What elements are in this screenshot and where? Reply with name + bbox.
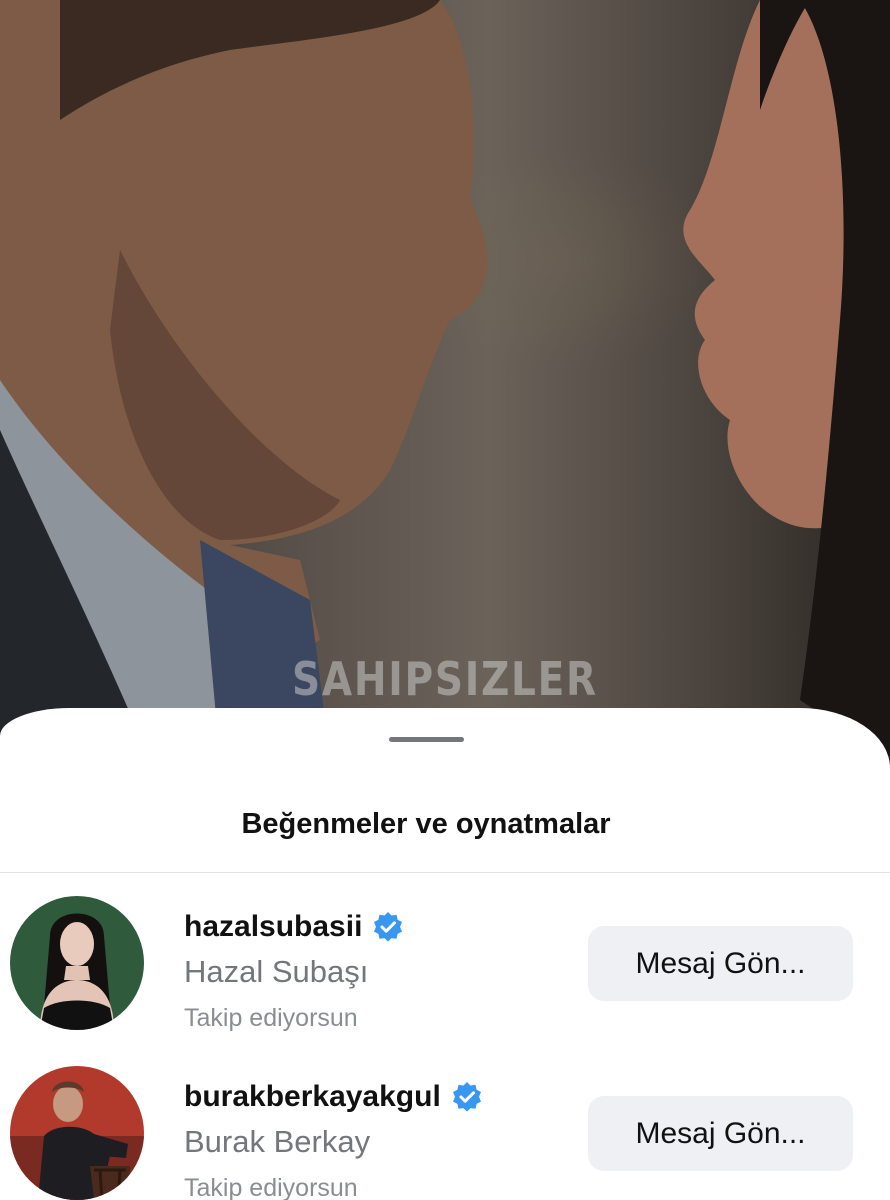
follow-status: Takip ediyorsun [184,1004,358,1032]
profile-photo-woman-icon [10,896,144,1030]
username-text: burakberkayakgul [184,1080,441,1113]
follow-status: Takip ediyorsun [184,1174,358,1200]
video-frame-illustration [0,0,890,760]
sheet-drag-handle[interactable] [389,737,464,742]
full-name: Burak Berkay [184,1124,371,1159]
show-watermark: SAHIPSIZLER [292,652,598,706]
username-text: hazalsubasii [184,910,363,943]
send-message-button[interactable]: Mesaj Gön... [588,1096,853,1171]
sheet-title: Beğenmeler ve oynatmalar [241,808,611,840]
send-message-button[interactable]: Mesaj Gön... [588,926,853,1001]
avatar[interactable] [10,896,144,1030]
full-name: Hazal Subaşı [184,954,369,989]
sheet-divider [0,872,890,873]
user-row[interactable]: burakberkayakgul Burak Berkay Takip ediy… [0,1064,890,1200]
username[interactable]: hazalsubasii [184,910,404,944]
video-background[interactable]: SAHIPSIZLER [0,0,890,760]
username[interactable]: burakberkayakgul [184,1080,483,1114]
profile-photo-man-icon [10,1066,144,1200]
app-screen: SAHIPSIZLER Beğenmeler ve oynatmalar haz… [0,0,890,1200]
verified-badge-icon [452,1082,481,1112]
likes-plays-sheet: Beğenmeler ve oynatmalar hazalsubasii Ha… [0,708,890,1200]
verified-badge-icon [374,912,403,942]
avatar[interactable] [10,1066,144,1200]
user-row[interactable]: hazalsubasii Hazal Subaşı Takip ediyorsu… [0,894,890,1034]
